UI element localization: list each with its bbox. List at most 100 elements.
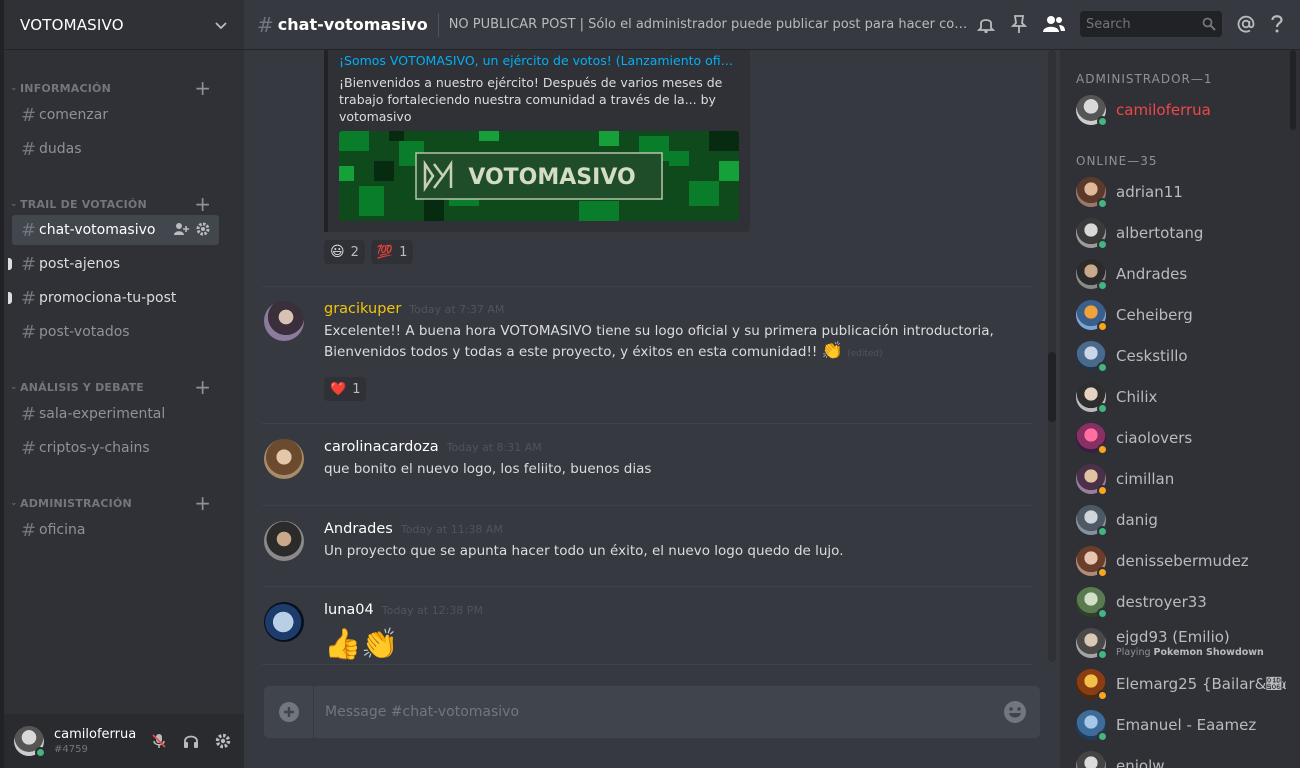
member-item[interactable]: Ceheiberg [1076,296,1286,334]
add-channel-icon[interactable]: + [194,377,211,397]
category-administracion[interactable]: ⌄ ADMINISTRACIÓN + [4,493,244,513]
channel-dudas[interactable]: # dudas [12,134,219,164]
link-embed: ¡Somos VOTOMASIVO, un ejército de votos!… [324,50,750,232]
member-activity: Playing Pokemon Showdown [1116,647,1286,658]
scrollbar-thumb[interactable] [1048,352,1056,422]
clap-emoji: 👏 [821,340,843,361]
avatar[interactable] [14,726,46,758]
member-list: ADMINISTRADOR—1 camiloferrua ONLINE—35 a… [1060,50,1300,768]
member-text: danig [1106,511,1286,529]
channel-criptos-y-chains[interactable]: # criptos-y-chains [12,433,219,463]
category-trail-de-votacion[interactable]: ⌄ TRAIL DE VOTACIÓN + [4,194,244,214]
reaction-smile[interactable]: 😃 2 [324,240,365,264]
message-input[interactable] [314,704,990,720]
search-icon [1202,17,1216,31]
settings-gear-icon[interactable] [214,732,232,750]
invite-user-icon[interactable] [173,221,189,237]
help-icon[interactable] [1270,14,1284,34]
avatar[interactable] [264,521,304,561]
member-item[interactable]: cimillan [1076,460,1286,498]
member-name: camiloferrua [1116,101,1211,119]
message-author[interactable]: Andrades [324,521,393,537]
embed-image[interactable]: VOTOMASIVO [339,131,739,221]
gear-icon[interactable] [195,221,211,237]
member-item[interactable]: danig [1076,501,1286,539]
member-name: Chilix [1116,388,1158,406]
member-scrollbar-thumb[interactable] [1290,50,1296,130]
hash-icon: # [21,138,37,160]
channel-promociona-tu-post[interactable]: # promociona-tu-post [8,283,219,313]
add-circle-icon [278,702,299,722]
reaction-hundred[interactable]: 💯 1 [370,240,414,264]
member-item[interactable]: Elemarg25 {Bailar&𝔆𝔯. [1076,665,1286,703]
member-category-admin: ADMINISTRADOR—1 [1076,72,1213,86]
category-informacion[interactable]: ⌄ INFORMACIÓN + [4,78,244,98]
channel-post-votados[interactable]: # post-votados [12,317,219,347]
member-item-admin[interactable]: camiloferrua [1076,91,1286,129]
embed-title-link[interactable]: ¡Somos VOTOMASIVO, un ejército de votos!… [339,53,737,68]
mentions-icon[interactable] [1236,14,1256,34]
member-item[interactable]: Emanuel - Eaamez [1076,706,1286,744]
search-box[interactable] [1080,11,1222,37]
channel-chat-votomasivo[interactable]: # chat-votomasivo [12,215,219,245]
member-item[interactable]: ciaolovers [1076,419,1286,457]
embed-image-pattern: VOTOMASIVO [339,131,739,221]
status-online-indicator [1097,239,1108,250]
add-channel-icon[interactable]: + [194,493,211,513]
member-item[interactable]: albertotang [1076,214,1286,252]
member-item[interactable]: destroyer33 [1076,583,1286,621]
pin-icon[interactable] [1010,14,1028,34]
member-list-icon[interactable] [1042,14,1066,34]
avatar [1076,751,1106,768]
upload-button[interactable] [264,686,314,738]
add-channel-icon[interactable]: + [194,78,211,98]
avatar[interactable] [264,439,304,479]
bell-icon[interactable] [976,14,996,34]
chevron-down-icon[interactable] [214,18,228,32]
hash-icon: # [21,321,37,343]
message-timestamp: Today at 8:31 AM [446,441,542,454]
message-text: Excelente!! A buena hora VOTOMASIVO tien… [324,323,994,360]
member-item[interactable]: denissebermudez [1076,542,1286,580]
emoji-picker-button[interactable] [990,700,1040,724]
member-item[interactable]: Chilix [1076,378,1286,416]
avatar[interactable] [264,301,304,341]
category-arrow-icon: ⌄ [10,498,18,508]
add-channel-icon[interactable]: + [194,194,211,214]
channel-label: promociona-tu-post [39,290,177,306]
member-item[interactable]: ejgd93 (Emilio) Playing Pokemon Showdown [1076,624,1286,662]
category-arrow-icon: ⌄ [10,199,18,209]
message-author[interactable]: carolinacardoza [324,439,439,455]
message-list[interactable]: ¡Somos VOTOMASIVO, un ejército de votos!… [244,50,1060,666]
channel-sala-experimental[interactable]: # sala-experimental [12,399,219,429]
avatar [1076,259,1108,291]
avatar[interactable] [264,602,304,642]
channel-post-ajenos[interactable]: # post-ajenos [8,249,219,279]
message-author[interactable]: luna04 [324,602,374,618]
member-name: Elemarg25 {Bailar&𝔆𝔯. [1116,675,1286,693]
message-divider [262,423,1032,424]
message-author[interactable]: gracikuper [324,301,401,317]
member-item[interactable]: enjolw [1076,747,1286,768]
locked-hash-icon: # [21,519,37,541]
headphones-icon[interactable] [182,732,200,750]
reaction-heart[interactable]: ❤️ 1 [324,377,367,401]
status-online-indicator [1097,280,1108,291]
member-category-online: ONLINE—35 [1076,154,1158,168]
chat-scrollbar[interactable] [1048,50,1056,662]
member-item[interactable]: adrian11 [1076,173,1286,211]
member-item[interactable]: Andrades [1076,255,1286,293]
search-input[interactable] [1086,16,1196,32]
status-online-indicator [1097,731,1108,742]
channel-oficina[interactable]: # oficina [12,515,219,545]
server-header[interactable]: VOTOMASIVO [4,0,244,50]
reaction-count: 2 [350,244,359,260]
hash-icon: # [21,104,37,126]
channel-label: post-votados [39,324,130,340]
mute-microphone-icon[interactable] [150,732,168,750]
channel-comenzar[interactable]: # comenzar [12,100,219,130]
member-item[interactable]: Ceskstillo [1076,337,1286,375]
channel-topic[interactable]: NO PUBLICAR POST | Sólo el administrador… [449,17,979,32]
category-analisis-y-debate[interactable]: ⌄ ANÁLISIS Y DEBATE + [4,377,244,397]
member-name: cimillan [1116,470,1175,488]
